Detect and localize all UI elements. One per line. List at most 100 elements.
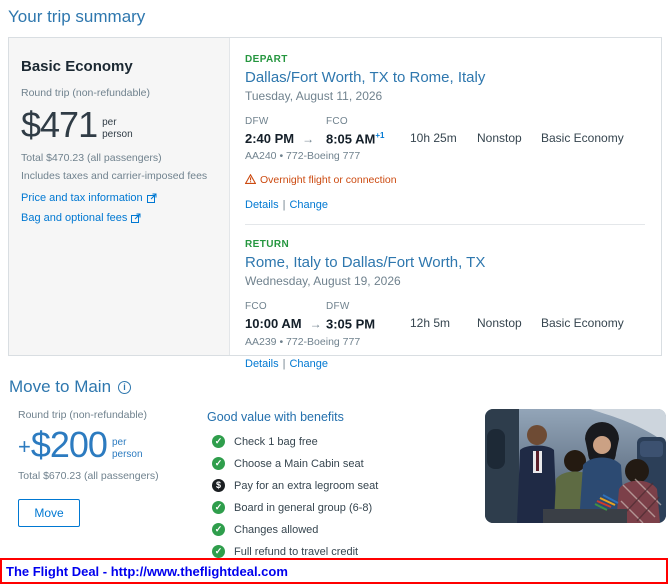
check-circle-icon: ✓ [212,501,225,514]
origin-airport-code: FCO [245,301,326,312]
person-label: person [102,129,133,140]
fare-panel: Basic Economy Round trip (non-refundable… [9,38,230,355]
depart-time: 10:00 AM → [245,316,326,331]
benefit-item: ✓ Full refund to travel credit [207,545,485,558]
upsell-price: + $200 per person [18,428,207,462]
external-link-icon [131,213,141,223]
info-icon[interactable]: i [118,381,131,394]
benefit-label: Choose a Main Cabin seat [234,458,364,470]
origin-column: FCO 10:00 AM → [245,301,326,331]
arrow-right-icon: → [302,132,314,146]
segment-divider [245,224,645,225]
destination-column: FCO 8:05 AM+1 [326,116,410,146]
flight-cabin: Basic Economy [541,301,645,331]
fare-title: Basic Economy [21,58,217,75]
destination-column: DFW 3:05 PM [326,301,410,331]
flight-stops: Nonstop [477,116,541,146]
benefit-item: $ Pay for an extra legroom seat [207,479,485,492]
upsell-price-column: Round trip (non-refundable) + $200 per p… [18,409,207,567]
fare-amount: $471 [21,108,97,142]
destination-airport-code: DFW [326,301,410,312]
cabin-photo [485,409,666,567]
flight-duration: 10h 25m [410,116,477,146]
flight-stops: Nonstop [477,301,541,331]
link-separator: | [283,358,286,370]
bag-optional-fees-link[interactable]: Bag and optional fees [21,212,217,224]
page-title: Your trip summary [8,7,670,27]
benefit-item: ✓ Changes allowed [207,523,485,536]
segment-links: Details |Change [245,199,645,211]
change-link[interactable]: Change [289,199,328,211]
segment-route: Rome, Italy to Dallas/Fort Worth, TX [245,254,645,271]
fare-price: $471 per person [21,108,217,142]
depart-time-value: 2:40 PM [245,131,294,146]
benefit-item: ✓ Board in general group (6-8) [207,501,485,514]
upsell-trip-type: Round trip (non-refundable) [18,409,207,421]
benefits-title: Good value with benefits [207,410,485,424]
deal-banner: The Flight Deal - http://www.theflightde… [0,558,668,584]
arrow-right-icon: → [310,317,322,331]
benefit-label: Full refund to travel credit [234,546,358,558]
check-circle-icon: ✓ [212,457,225,470]
dollar-circle-icon: $ [212,479,225,492]
change-link[interactable]: Change [289,358,328,370]
benefit-label: Pay for an extra legroom seat [234,480,378,492]
external-link-icon [147,193,157,203]
segment-direction-label: RETURN [245,239,645,250]
fare-includes-note: Includes taxes and carrier-imposed fees [21,170,217,182]
next-day-indicator: +1 [375,131,384,140]
upsell-total: Total $670.23 (all passengers) [18,470,207,482]
upsell-per-person: per person [112,437,143,460]
fare-trip-type: Round trip (non-refundable) [21,87,217,99]
benefit-label: Check 1 bag free [234,436,318,448]
overnight-warning: Overnight flight or connection [245,171,645,189]
upsell-amount: $200 [31,428,107,462]
depart-time-value: 10:00 AM [245,316,302,331]
origin-column: DFW 2:40 PM → [245,116,326,146]
price-tax-info-link[interactable]: Price and tax information [21,192,217,204]
bag-optional-fees-label: Bag and optional fees [21,212,127,224]
depart-segment: DEPART Dallas/Fort Worth, TX to Rome, It… [245,54,645,211]
segment-direction-label: DEPART [245,54,645,65]
benefit-item: ✓ Choose a Main Cabin seat [207,457,485,470]
price-tax-info-label: Price and tax information [21,192,143,204]
check-circle-icon: ✓ [212,523,225,536]
destination-airport-code: FCO [326,116,410,127]
per-label: per [102,117,116,128]
flight-number-aircraft: AA240 • 772-Boeing 777 [245,150,645,162]
return-segment: RETURN Rome, Italy to Dallas/Fort Worth,… [245,239,645,369]
deal-banner-link[interactable]: The Flight Deal - http://www.theflightde… [6,564,288,579]
upsell-title: Move to Main i [9,377,670,397]
check-circle-icon: ✓ [212,435,225,448]
flight-number-aircraft: AA239 • 772-Boeing 777 [245,336,645,348]
segment-date: Wednesday, August 19, 2026 [245,274,645,288]
details-link[interactable]: Details [245,358,279,370]
per-label: per [112,437,126,448]
warning-text: Overnight flight or connection [260,174,397,186]
flight-row: DFW 2:40 PM → FCO 8:05 AM+1 10h 25m Nonst… [245,116,645,146]
plus-sign: + [18,434,31,460]
check-circle-icon: ✓ [212,545,225,558]
benefit-item: ✓ Check 1 bag free [207,435,485,448]
origin-airport-code: DFW [245,116,326,127]
segment-route: Dallas/Fort Worth, TX to Rome, Italy [245,69,645,86]
move-button[interactable]: Move [18,499,80,527]
benefits-column: Good value with benefits ✓ Check 1 bag f… [207,409,485,567]
details-link[interactable]: Details [245,199,279,211]
person-label: person [112,449,143,460]
fare-total: Total $470.23 (all passengers) [21,152,217,164]
link-separator: | [283,199,286,211]
benefit-label: Board in general group (6-8) [234,502,372,514]
depart-time: 2:40 PM → [245,131,326,146]
flight-cabin: Basic Economy [541,116,645,146]
segment-links: Details |Change [245,358,645,370]
warning-triangle-icon [245,171,256,189]
arrive-time-value: 8:05 AM [326,131,375,146]
trip-summary-card: Basic Economy Round trip (non-refundable… [8,37,662,356]
benefit-label: Changes allowed [234,524,318,536]
arrive-time: 3:05 PM [326,316,410,331]
flight-row: FCO 10:00 AM→ DFW 3:05 PM 12h 5m Nonstop… [245,301,645,331]
fare-per-person: per person [102,117,133,140]
upsell-section: Round trip (non-refundable) + $200 per p… [18,409,665,567]
arrive-time-value: 3:05 PM [326,317,375,332]
